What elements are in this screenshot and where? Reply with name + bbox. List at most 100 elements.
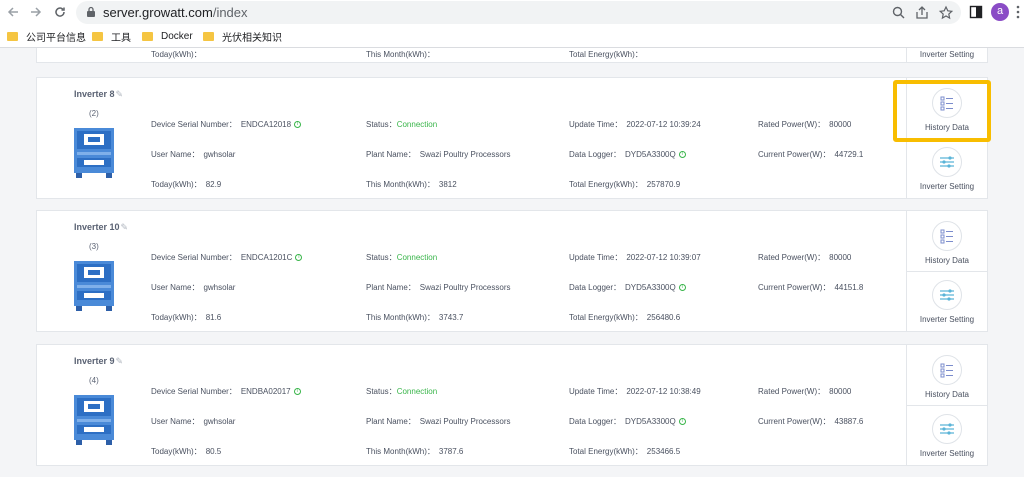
inverter-device-icon <box>74 128 114 178</box>
lock-icon <box>87 6 95 17</box>
history-data-button[interactable]: History Data <box>907 211 987 271</box>
card-actions: History Data Inverter Setting <box>906 211 987 331</box>
current-power-field: Current Power(W)： 44729.1 <box>758 150 864 159</box>
inverter-setting-button[interactable]: Inverter Setting <box>907 272 987 332</box>
bookmark-folder[interactable]: 光伏相关知识 <box>203 28 282 44</box>
today-energy-field: Today(kWh)： 81.6 <box>151 313 222 322</box>
data-logger-field: Data Logger： DYD5A3300Q i <box>569 416 686 427</box>
today-energy-field: Today(kWh)： 80.5 <box>151 447 222 456</box>
bookmark-folder[interactable]: 公司平台信息 <box>7 28 86 44</box>
current-power-field: Current Power(W)： 43887.6 <box>758 417 864 426</box>
data-logger-field: Data Logger： DYD5A3300Q i <box>569 149 686 160</box>
zoom-icon[interactable] <box>891 5 907 21</box>
inverter-setting-label: Inverter Setting <box>919 315 975 324</box>
url-text: server.growatt.com/index <box>103 5 248 20</box>
history-data-button[interactable]: History Data <box>907 345 987 405</box>
more-menu-icon[interactable] <box>1015 4 1021 20</box>
folder-icon <box>92 31 103 41</box>
inverter-name[interactable]: Inverter 10✎ <box>74 222 128 233</box>
info-icon[interactable]: i <box>678 284 686 292</box>
inverter-card-partial: Today(kWh)： This Month(kWh)： Total Energ… <box>36 48 988 63</box>
serial-field: Device Serial Number： ENDCA12018 i <box>151 119 302 130</box>
settings-sliders-icon <box>932 147 962 177</box>
inverter-device-icon <box>74 395 114 445</box>
month-energy-field: This Month(kWh)： 3743.7 <box>366 313 464 322</box>
user-name-field: User Name： gwhsolar <box>151 283 236 292</box>
history-list-icon <box>932 88 962 118</box>
rated-power-field: Rated Power(W)： 80000 <box>758 387 852 396</box>
forward-icon[interactable] <box>27 3 45 21</box>
total-energy-field: Total Energy(kWh)： 253466.5 <box>569 447 681 456</box>
plant-name-field: Plant Name： Swazi Poultry Processors <box>366 417 511 426</box>
total-energy-field: Total Energy(kWh)： 257870.9 <box>569 180 681 189</box>
bookmarks-bar: 公司平台信息 工具 Docker 光伏相关知识 <box>0 24 1024 48</box>
serial-field: Device Serial Number： ENDBA02017 i <box>151 386 301 397</box>
plant-name-field: Plant Name： Swazi Poultry Processors <box>366 283 511 292</box>
user-name-field: User Name： gwhsolar <box>151 417 236 426</box>
settings-sliders-icon <box>932 280 962 310</box>
inverter-card: Inverter 8✎ (2) Device Serial Number： END… <box>36 77 988 199</box>
inverter-device-icon <box>74 261 114 311</box>
inverter-index: (2) <box>89 109 99 118</box>
share-icon[interactable] <box>914 5 930 21</box>
update-time-field: Update Time： 2022-07-12 10:39:07 <box>569 253 701 262</box>
inverter-setting-label: Inverter Setting <box>919 182 975 191</box>
info-icon[interactable]: i <box>678 151 686 159</box>
inverter-card: Inverter 9✎ (4) Device Serial Number： END… <box>36 344 988 466</box>
inverter-name[interactable]: Inverter 9✎ <box>74 356 123 367</box>
bookmark-folder[interactable]: 工具 <box>92 28 131 44</box>
month-energy-field: This Month(kWh)： 3812 <box>366 180 457 189</box>
folder-icon <box>142 31 153 41</box>
card-actions: Inverter Setting <box>906 48 987 62</box>
info-icon[interactable]: i <box>293 388 301 396</box>
today-energy-field: Today(kWh)： 82.9 <box>151 180 222 189</box>
edit-icon[interactable]: ✎ <box>116 356 124 366</box>
status-field: Status：Connection <box>366 387 438 396</box>
reload-icon[interactable] <box>51 3 69 21</box>
history-data-button[interactable]: History Data <box>907 78 987 138</box>
browser-toolbar: server.growatt.com/index a <box>0 0 1024 24</box>
rated-power-field: Rated Power(W)： 80000 <box>758 120 852 129</box>
card-actions: History Data Inverter Setting <box>906 345 987 465</box>
info-icon[interactable]: i <box>678 418 686 426</box>
folder-icon <box>203 31 214 41</box>
settings-sliders-icon <box>932 414 962 444</box>
edit-icon[interactable]: ✎ <box>116 89 124 99</box>
status-field: Status：Connection <box>366 253 438 262</box>
status-field: Status：Connection <box>366 120 438 129</box>
history-list-icon <box>932 355 962 385</box>
history-list-icon <box>932 221 962 251</box>
today-field: Today(kWh)： <box>151 50 202 59</box>
update-time-field: Update Time： 2022-07-12 10:38:49 <box>569 387 701 396</box>
inverter-index: (4) <box>89 376 99 385</box>
inverter-name[interactable]: Inverter 8✎ <box>74 89 123 100</box>
info-icon[interactable]: i <box>295 254 303 262</box>
card-actions: History Data Inverter Setting <box>906 78 987 198</box>
inverter-index: (3) <box>89 242 99 251</box>
page-content: Today(kWh)： This Month(kWh)： Total Energ… <box>0 48 1024 477</box>
bookmark-star-icon[interactable] <box>938 5 954 21</box>
bookmark-folder[interactable]: Docker <box>142 28 193 44</box>
history-data-label: History Data <box>924 390 969 399</box>
profile-avatar[interactable]: a <box>991 3 1009 21</box>
data-logger-field: Data Logger： DYD5A3300Q i <box>569 282 686 293</box>
month-energy-field: This Month(kWh)： 3787.6 <box>366 447 464 456</box>
inverter-card: Inverter 10✎ (3) Device Serial Number： EN… <box>36 210 988 332</box>
info-icon[interactable]: i <box>294 121 302 129</box>
edit-icon[interactable]: ✎ <box>121 222 129 232</box>
back-icon[interactable] <box>4 3 22 21</box>
plant-name-field: Plant Name： Swazi Poultry Processors <box>366 150 511 159</box>
folder-icon <box>7 31 18 41</box>
user-name-field: User Name： gwhsolar <box>151 150 236 159</box>
address-bar[interactable]: server.growatt.com/index <box>76 1 961 24</box>
month-field: This Month(kWh)： <box>366 50 435 59</box>
update-time-field: Update Time： 2022-07-12 10:39:24 <box>569 120 701 129</box>
history-data-label: History Data <box>924 256 969 265</box>
sidepanel-icon[interactable] <box>968 4 984 20</box>
current-power-field: Current Power(W)： 44151.8 <box>758 283 864 292</box>
inverter-setting-button[interactable]: Inverter Setting <box>907 48 987 64</box>
inverter-setting-button[interactable]: Inverter Setting <box>907 139 987 199</box>
inverter-setting-button[interactable]: Inverter Setting <box>907 406 987 466</box>
history-data-label: History Data <box>924 123 969 132</box>
total-energy-field: Total Energy(kWh)： 256480.6 <box>569 313 681 322</box>
